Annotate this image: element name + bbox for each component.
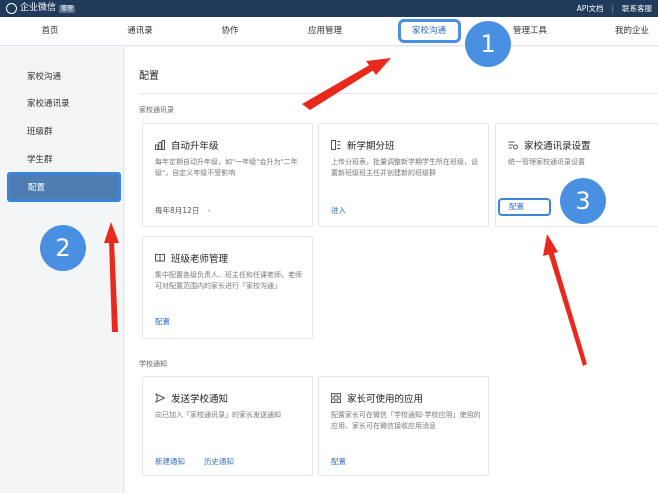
upgrade-date-link[interactable]: 每年8月12日 › — [155, 205, 211, 216]
parent-apps-config-link[interactable]: 配置 — [331, 456, 346, 467]
contact-support-link[interactable]: 联系客服 — [622, 3, 652, 14]
card-title: 自动升年级 — [155, 138, 219, 152]
top-link-separator: | — [611, 4, 614, 13]
nav-highlight-box — [398, 19, 461, 43]
card-description: 上传分班表，批量调整新学期学生所在班级，设置新班级班主任并创建新的班级群 — [331, 158, 478, 177]
app-name: 企业微信 — [20, 3, 57, 13]
enter-link[interactable]: 进入 — [331, 205, 346, 216]
top-bar: 企业微信 管理 API文档 | 联系客服 — [0, 0, 658, 17]
section-label-notices: 学校通知 — [139, 360, 167, 368]
wecom-logo-icon — [6, 3, 17, 14]
nav-item-contacts[interactable]: 通讯录 — [127, 17, 153, 46]
card-title: 班级老师管理 — [155, 251, 228, 265]
card-title: 新学期分班 — [331, 138, 395, 152]
step-badge-1: 1 — [465, 21, 511, 67]
apps-grid-icon — [331, 393, 341, 403]
nav-item-home[interactable]: 首页 — [41, 17, 58, 46]
app-logo[interactable]: 企业微信 管理 — [6, 2, 76, 15]
section-label-contacts: 家校通讯录 — [139, 106, 174, 114]
sidebar-item-home-school[interactable]: 家校沟通 — [27, 70, 61, 84]
main-content: 配置 家校通讯录 自动升年级 每年定期自动升年级，如"一年级"会升为"二年级"，… — [125, 47, 658, 493]
send-icon — [155, 393, 165, 403]
chevron-right-icon: › — [207, 206, 211, 215]
card-new-term: 新学期分班 上传分班表，批量调整新学期学生所在班级，设置新班级班主任并创建新的班… — [318, 123, 489, 227]
card-parent-apps: 家长可使用的应用 配置家长可在微信「学校通知-学校应用」使用的应用、家长可在微信… — [318, 376, 489, 476]
book-icon — [155, 254, 165, 263]
sidebar-item-class-groups[interactable]: 班级群 — [27, 125, 53, 139]
nav-item-collaboration[interactable]: 协作 — [221, 17, 238, 46]
new-notice-link[interactable]: 新建通知 — [155, 456, 185, 467]
card-send-notice: 发送学校通知 向已加入「家校通讯录」的家长发送通知 新建通知 历史通知 — [142, 376, 313, 476]
settings-list-icon — [508, 141, 518, 150]
sidebar-item-config-label: 配置 — [28, 183, 46, 193]
title-divider — [139, 93, 658, 94]
sidebar-item-contacts[interactable]: 家校通讯录 — [27, 97, 70, 111]
card-description: 向已加入「家校通讯录」的家长发送通知 — [155, 411, 281, 419]
card-description: 配置家长可在微信「学校通知-学校应用」使用的应用、家长可在微信接收应用消息 — [331, 411, 481, 430]
api-docs-link[interactable]: API文档 — [577, 3, 604, 14]
sidebar-item-student-groups[interactable]: 学生群 — [27, 153, 53, 167]
card-description: 每年定期自动升年级，如"一年级"会升为"二年级"，自定义年级不受影响 — [155, 158, 298, 177]
admin-badge: 管理 — [59, 4, 76, 13]
card-teacher-management: 班级老师管理 集中配置各级负责人、班主任和任课老师，老师可对配置范围内的家长进行… — [142, 236, 313, 339]
nav-item-management-tools[interactable]: 管理工具 — [513, 17, 547, 46]
card-description: 集中配置各级负责人、班主任和任课老师，老师可对配置范围内的家长进行「家校沟通」 — [155, 271, 302, 290]
history-notice-link[interactable]: 历史通知 — [204, 456, 234, 467]
card-title: 家长可使用的应用 — [331, 391, 423, 405]
main-nav: 首页 通讯录 协作 应用管理 家校沟通 管理工具 我的企业 — [0, 17, 658, 46]
card-auto-upgrade: 自动升年级 每年定期自动升年级，如"一年级"会升为"二年级"，自定义年级不受影响… — [142, 123, 313, 227]
teacher-config-link[interactable]: 配置 — [155, 316, 170, 327]
nav-item-my-enterprise[interactable]: 我的企业 — [615, 17, 649, 46]
step-badge-2: 2 — [40, 225, 86, 271]
class-split-icon — [331, 140, 341, 150]
page-title: 配置 — [139, 71, 159, 82]
top-links: API文档 | 联系客服 — [577, 3, 652, 14]
sidebar-item-config[interactable]: 配置 — [7, 172, 121, 202]
card-title: 发送学校通知 — [155, 391, 228, 405]
bar-chart-icon — [155, 140, 165, 150]
contacts-config-button[interactable]: 配置 — [498, 198, 551, 216]
step-badge-3: 3 — [560, 178, 606, 224]
card-title: 家校通讯录设置 — [508, 138, 591, 152]
card-description: 统一管理家校通讯录设置 — [508, 158, 585, 166]
nav-item-app-management[interactable]: 应用管理 — [308, 17, 342, 46]
